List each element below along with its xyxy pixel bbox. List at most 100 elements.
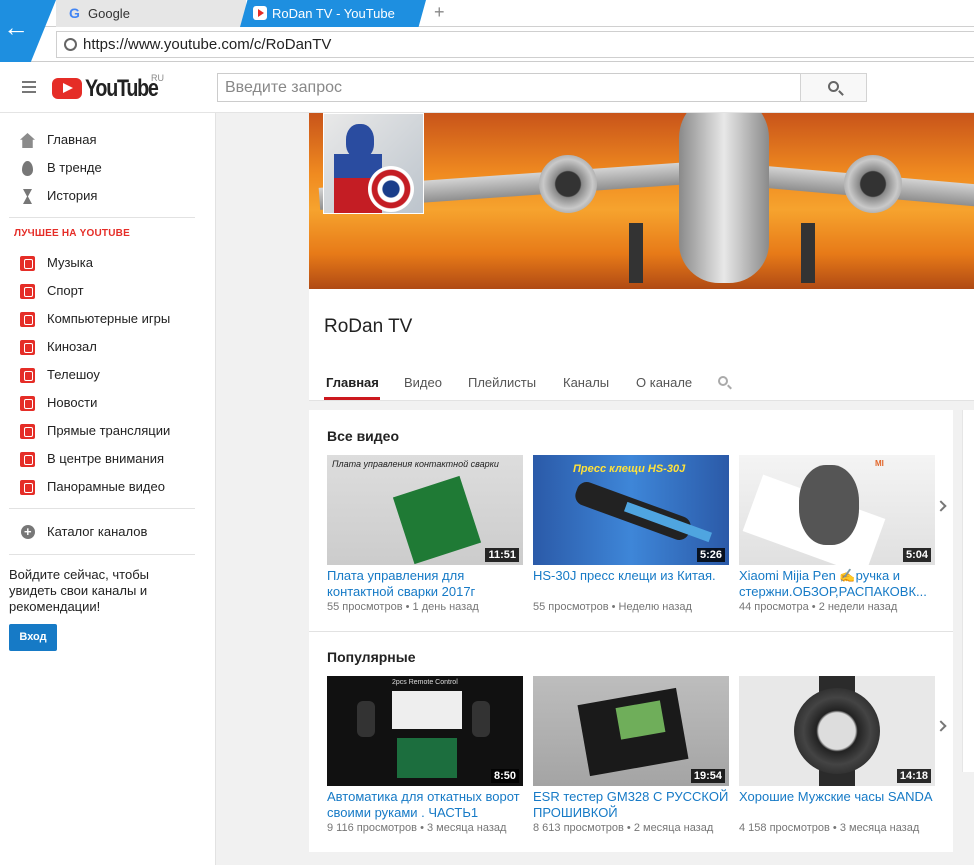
tab-about[interactable]: О канале (636, 375, 692, 390)
tv-icon (20, 368, 35, 383)
video-age: 3 месяца назад (839, 822, 920, 834)
video-thumbnail[interactable]: Плата управления контактной сварки 11:51 (327, 455, 523, 565)
new-tab-button[interactable]: + (434, 2, 445, 23)
video-card[interactable]: 14:18 Хорошие Мужские часы SANDA 4 158 п… (739, 676, 935, 834)
tab-title: Google (88, 6, 130, 21)
section-divider (309, 631, 953, 632)
history-icon (23, 189, 32, 204)
sidebar-item-news[interactable]: Новости (0, 389, 216, 417)
sidebar-item-home[interactable]: Главная (0, 126, 216, 154)
thumbnail-image (794, 688, 880, 774)
video-duration: 8:50 (490, 769, 519, 783)
sidebar-item-channel-catalog[interactable]: Каталог каналов (0, 518, 216, 546)
sidebar-item-gaming[interactable]: Компьютерные игры (0, 305, 216, 333)
url-field[interactable]: https://www.youtube.com/c/RoDanTV (56, 31, 974, 58)
tab-videos[interactable]: Видео (404, 375, 442, 390)
country-code: RU (151, 73, 164, 83)
banner-engine (844, 155, 902, 213)
menu-icon[interactable] (22, 81, 36, 93)
video-card[interactable]: 19:54 ESR тестер GM328 С РУССКОЙ ПРОШИВК… (533, 676, 729, 834)
signin-prompt: Войдите сейчас, чтобы увидеть свои канал… (9, 567, 149, 614)
sidebar-item-spotlight[interactable]: В центре внимания (0, 445, 216, 473)
thumbnail-caption: MI (875, 459, 884, 468)
youtube-header: YouTube RU Введите запрос (0, 62, 974, 113)
channel-avatar[interactable] (323, 113, 424, 214)
sidebar-item-tv[interactable]: Телешоу (0, 361, 216, 389)
sidebar-item-label: Спорт (47, 283, 84, 298)
url-text: https://www.youtube.com/c/RoDanTV (83, 36, 332, 53)
search-icon (828, 81, 839, 92)
trending-icon (22, 161, 33, 176)
thumbnail-image (397, 738, 457, 778)
video-title[interactable]: ESR тестер GM328 С РУССКОЙ ПРОШИВКОЙ (533, 789, 729, 821)
video-title[interactable]: HS-30J пресс клещи из Китая. (533, 568, 729, 600)
sidebar-item-trending[interactable]: В тренде (0, 154, 216, 182)
video-duration: 14:18 (896, 769, 931, 783)
video-views: 9 116 просмотров (327, 822, 418, 834)
avatar-head (346, 124, 374, 158)
thumbnail-caption: Пресс клещи HS-30J (573, 463, 686, 475)
video-thumbnail[interactable]: MI 5:04 (739, 455, 935, 565)
live-icon (20, 424, 35, 439)
sidebar-item-label: В центре внимания (47, 451, 165, 466)
sidebar-item-label: Компьютерные игры (47, 311, 171, 326)
meta-separator: • (405, 601, 410, 613)
video-duration: 19:54 (690, 769, 725, 783)
video-title[interactable]: Автоматика для откатных ворот своими рук… (327, 789, 523, 821)
video-age: 1 день назад (412, 601, 479, 613)
sidebar-item-360[interactable]: Панорамные видео (0, 473, 216, 501)
browser-tab-youtube[interactable]: RoDan TV - YouTube (240, 0, 426, 27)
channel-header: RoDan TV Главная Видео Плейлисты Каналы … (309, 289, 974, 401)
video-title[interactable]: Плата управления для контактной сварки 2… (327, 568, 523, 600)
video-card[interactable]: Пресс клещи HS-30J 5:26 HS-30J пресс кле… (533, 455, 729, 613)
sidebar-item-label: В тренде (47, 160, 102, 175)
video-thumbnail[interactable]: Пресс клещи HS-30J 5:26 (533, 455, 729, 565)
sidebar-item-history[interactable]: История (0, 182, 216, 210)
channel-title[interactable]: RoDan TV (324, 316, 412, 338)
meta-separator: • (611, 601, 616, 613)
video-thumbnail[interactable]: 2pcs Remote Control 8:50 (327, 676, 523, 786)
video-meta: 44 просмотра • 2 недели назад (739, 601, 935, 613)
sidebar-item-label: Телешоу (47, 367, 100, 382)
signin-button[interactable]: Вход (9, 624, 57, 651)
video-thumbnail[interactable]: 19:54 (533, 676, 729, 786)
video-title[interactable]: Хорошие Мужские часы SANDA (739, 789, 935, 821)
sidebar-item-live[interactable]: Прямые трансляции (0, 417, 216, 445)
video-age: 2 месяца назад (633, 822, 714, 834)
video-card[interactable]: 2pcs Remote Control 8:50 Автоматика для … (327, 676, 523, 834)
chevron-right-icon[interactable] (935, 720, 947, 732)
tab-channels[interactable]: Каналы (563, 375, 609, 390)
music-icon (20, 256, 35, 271)
video-duration: 11:51 (485, 548, 519, 562)
search-button[interactable] (800, 73, 867, 102)
search-placeholder: Введите запрос (225, 79, 342, 96)
sidebar-item-sport[interactable]: Спорт (0, 277, 216, 305)
chevron-right-icon[interactable] (935, 500, 947, 512)
video-card[interactable]: Плата управления контактной сварки 11:51… (327, 455, 523, 613)
sidebar-item-movies[interactable]: Кинозал (0, 333, 216, 361)
sidebar-item-label: Кинозал (47, 339, 97, 354)
video-card[interactable]: MI 5:04 Xiaomi Mijia Pen ✍ручка и стержн… (739, 455, 935, 613)
search-input[interactable]: Введите запрос (217, 73, 801, 102)
active-tab-underline (324, 397, 380, 400)
tab-home[interactable]: Главная (326, 375, 379, 390)
meta-separator: • (811, 601, 816, 613)
section-title[interactable]: Все видео (327, 428, 399, 444)
youtube-favicon-icon (253, 6, 267, 20)
video-duration: 5:04 (902, 548, 931, 562)
browser-tab-bar: G Google RoDan TV - YouTube + (0, 0, 974, 27)
logo-text: YouTube (85, 75, 159, 102)
video-meta: 8 613 просмотров • 2 месяца назад (533, 822, 729, 834)
play-logo-icon (52, 78, 82, 99)
section-title[interactable]: Популярные (327, 649, 415, 665)
video-thumbnail[interactable]: 14:18 (739, 676, 935, 786)
video-age: 2 недели назад (818, 601, 898, 613)
best-of-youtube-header: ЛУЧШЕЕ НА YOUTUBE (14, 228, 130, 239)
channel-search-icon[interactable] (718, 376, 728, 386)
video-meta: 55 просмотров • 1 день назад (327, 601, 523, 613)
tab-playlists[interactable]: Плейлисты (468, 375, 536, 390)
sidebar-item-music[interactable]: Музыка (0, 249, 216, 277)
video-title[interactable]: Xiaomi Mijia Pen ✍ручка и стержни.ОБЗОР,… (739, 568, 935, 600)
browser-tab-google[interactable]: G Google (56, 0, 246, 27)
video-age: 3 месяца назад (427, 822, 507, 834)
